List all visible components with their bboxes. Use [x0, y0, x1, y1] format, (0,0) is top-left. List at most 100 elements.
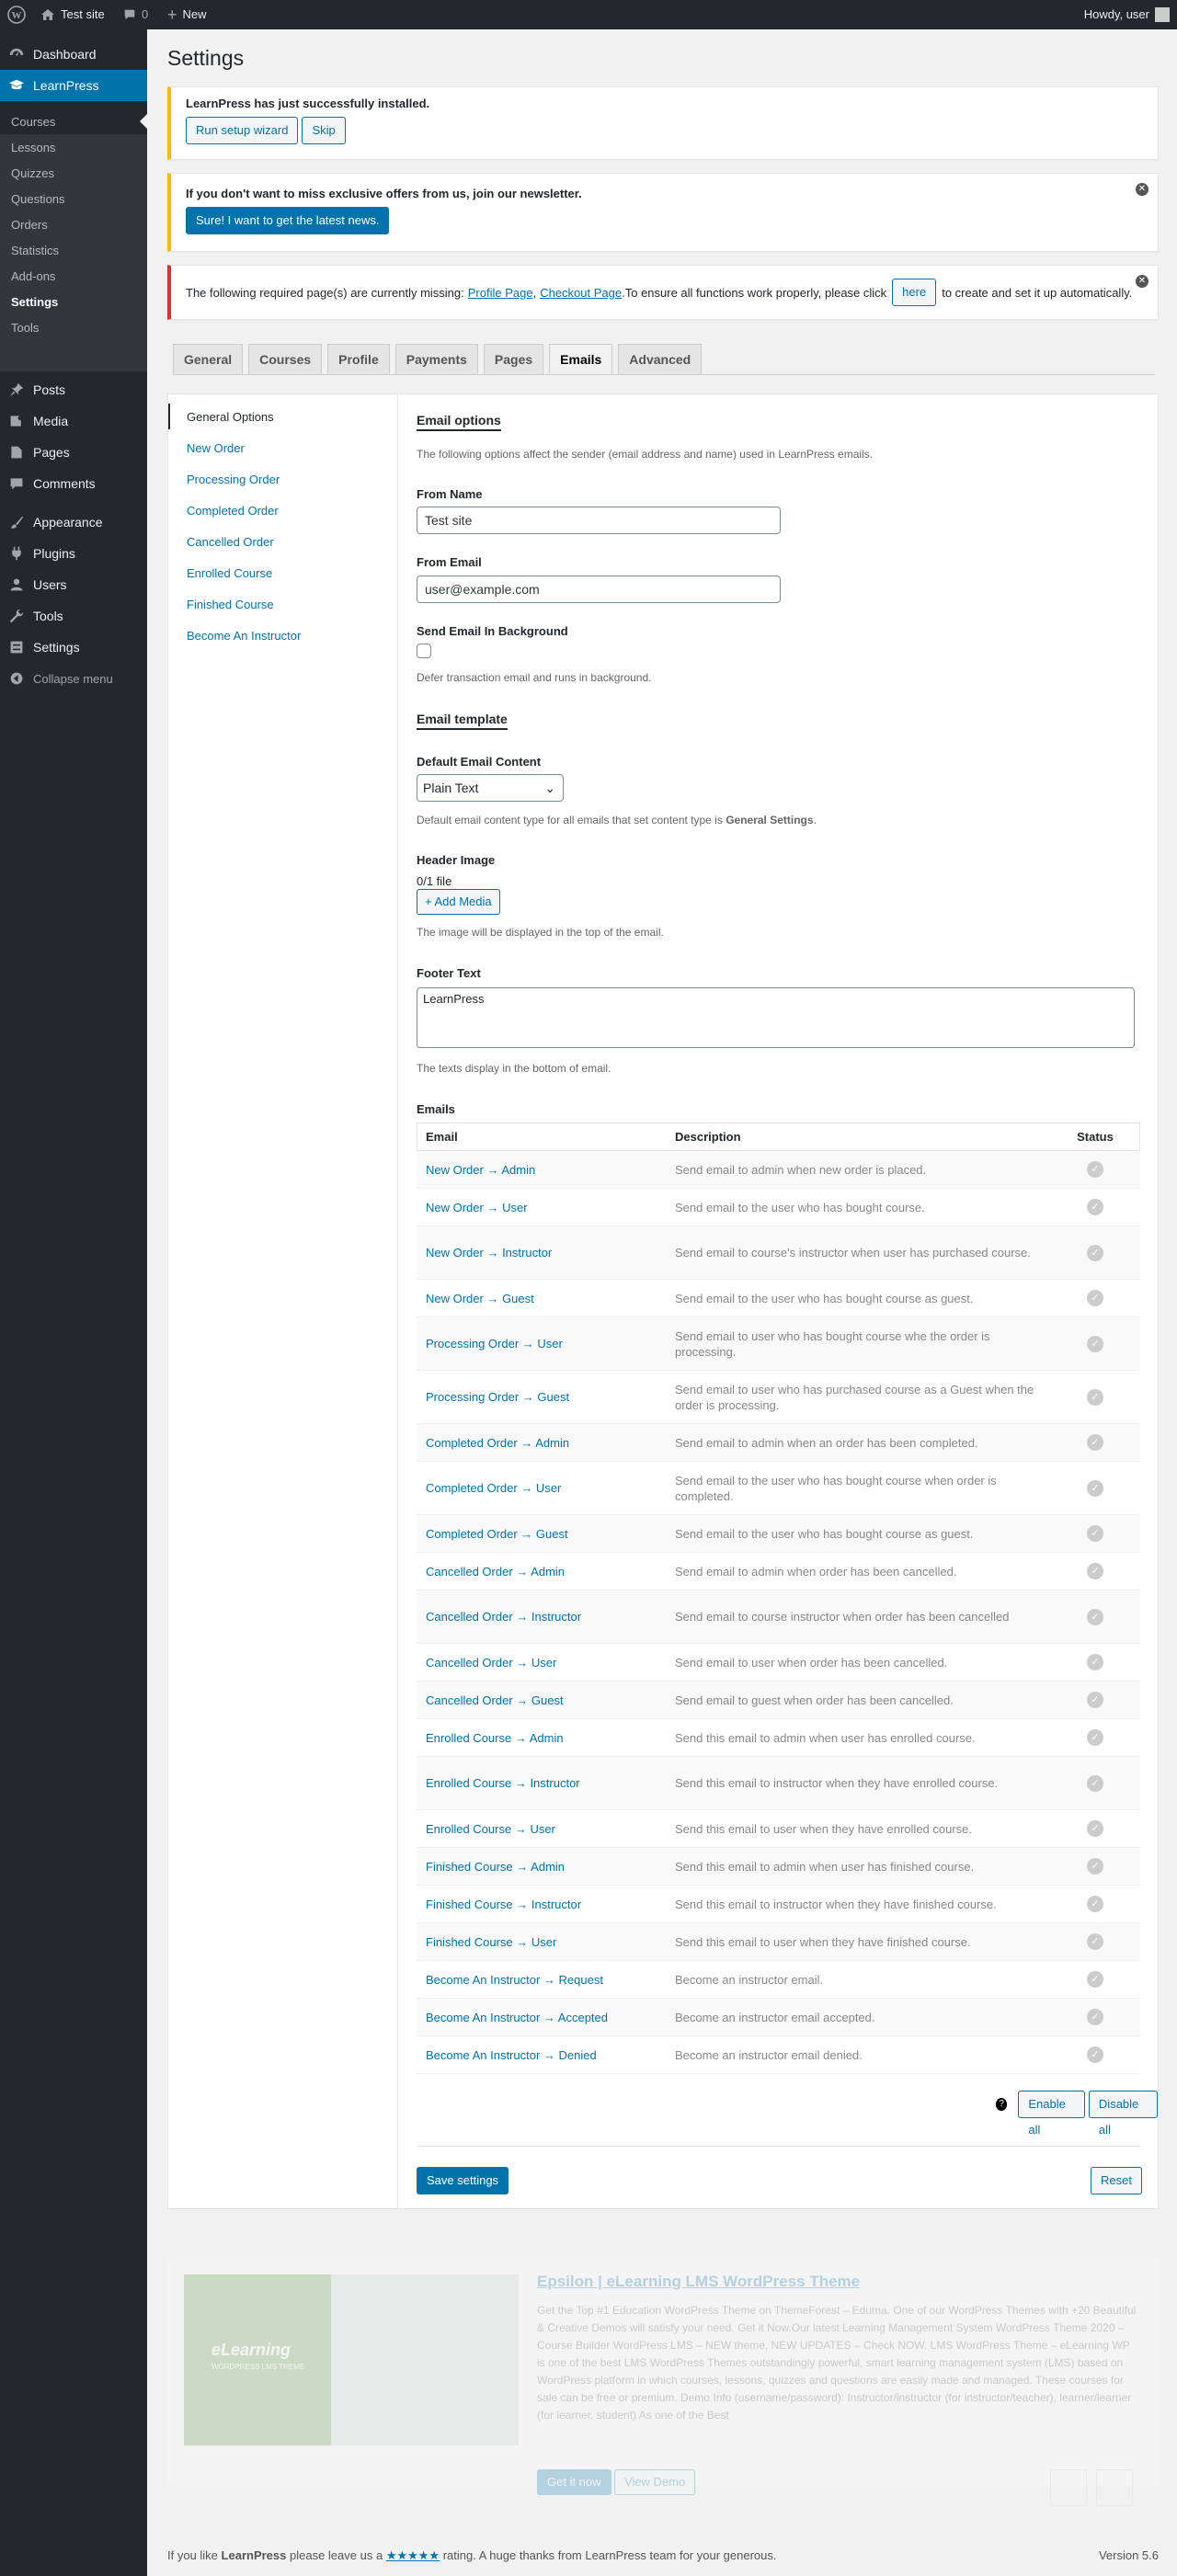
- rating-stars-link[interactable]: ★★★★★: [386, 2548, 440, 2562]
- disable-all-button[interactable]: Disable all: [1088, 2091, 1158, 2137]
- submenu-lessons[interactable]: Lessons: [11, 140, 55, 156]
- tab-courses[interactable]: Courses: [248, 344, 323, 375]
- save-settings-button[interactable]: Save settings: [417, 2167, 509, 2194]
- status-check-icon[interactable]: ✓: [1087, 1858, 1103, 1875]
- status-check-icon[interactable]: ✓: [1087, 1525, 1103, 1542]
- subnav-enrolled-course[interactable]: Enrolled Course: [187, 566, 272, 580]
- collapse-menu-button[interactable]: Collapse menu: [0, 663, 147, 694]
- submenu-settings[interactable]: Settings: [11, 294, 58, 311]
- email-name-link[interactable]: Processing Order → Guest: [417, 1390, 666, 1404]
- from-name-field[interactable]: Test site: [417, 507, 781, 534]
- new-content-link[interactable]: + New: [167, 0, 207, 29]
- checkout-page-link[interactable]: Checkout Page: [540, 286, 622, 300]
- status-check-icon[interactable]: ✓: [1087, 1971, 1103, 1988]
- email-name-link[interactable]: Enrolled Course → Admin: [417, 1731, 666, 1745]
- next-arrow-icon[interactable]: [1096, 2469, 1133, 2506]
- email-name-link[interactable]: Cancelled Order → User: [417, 1656, 666, 1670]
- subnav-become-an-instructor[interactable]: Become An Instructor: [187, 629, 301, 643]
- footer-text-area[interactable]: LearnPress: [417, 987, 1135, 1048]
- email-name-link[interactable]: Completed Order → User: [417, 1481, 666, 1495]
- email-name-link[interactable]: Become An Instructor → Accepted: [417, 2011, 666, 2024]
- status-check-icon[interactable]: ✓: [1087, 1335, 1103, 1352]
- promo-title-link[interactable]: Epsilon | eLearning LMS WordPress Theme: [537, 2273, 860, 2291]
- subnav-general-options[interactable]: General Options: [187, 410, 274, 424]
- email-name-link[interactable]: Enrolled Course → Instructor: [417, 1776, 666, 1790]
- submenu-orders[interactable]: Orders: [11, 217, 48, 234]
- default-email-content-select[interactable]: Plain Text ⌄: [417, 774, 564, 802]
- status-check-icon[interactable]: ✓: [1087, 1729, 1103, 1746]
- user-account-link[interactable]: Howdy, user: [1084, 0, 1170, 29]
- email-name-link[interactable]: New Order → User: [417, 1201, 666, 1214]
- status-check-icon[interactable]: ✓: [1087, 1434, 1103, 1451]
- add-media-button[interactable]: + Add Media: [417, 889, 500, 915]
- reset-button[interactable]: Reset: [1091, 2167, 1142, 2194]
- email-name-link[interactable]: Finished Course → Instructor: [417, 1898, 666, 1911]
- status-check-icon[interactable]: ✓: [1087, 1244, 1103, 1261]
- subnav-new-order[interactable]: New Order: [187, 441, 245, 455]
- email-name-link[interactable]: New Order → Instructor: [417, 1246, 666, 1260]
- menu-appearance[interactable]: Appearance: [0, 507, 147, 538]
- status-check-icon[interactable]: ✓: [1087, 1199, 1103, 1215]
- status-check-icon[interactable]: ✓: [1087, 2046, 1103, 2063]
- tab-payments[interactable]: Payments: [394, 344, 478, 375]
- get-it-now-button[interactable]: Get it now: [537, 2469, 611, 2495]
- email-name-link[interactable]: Become An Instructor → Denied: [417, 2048, 666, 2062]
- profile-page-link[interactable]: Profile Page: [468, 286, 533, 300]
- email-name-link[interactable]: Enrolled Course → User: [417, 1822, 666, 1836]
- email-name-link[interactable]: Finished Course → User: [417, 1935, 666, 1949]
- email-name-link[interactable]: New Order → Guest: [417, 1292, 666, 1305]
- menu-tools[interactable]: Tools: [0, 600, 147, 632]
- menu-media[interactable]: Media: [0, 405, 147, 437]
- menu-pages[interactable]: Pages: [0, 437, 147, 468]
- submenu-quizzes[interactable]: Quizzes: [11, 165, 54, 182]
- menu-plugins[interactable]: Plugins: [0, 538, 147, 569]
- submenu-statistics[interactable]: Statistics: [11, 243, 59, 259]
- menu-dashboard[interactable]: Dashboard: [0, 39, 147, 70]
- tab-pages[interactable]: Pages: [483, 344, 544, 375]
- menu-posts[interactable]: Posts: [0, 374, 147, 405]
- tab-general[interactable]: General: [173, 344, 244, 375]
- email-name-link[interactable]: Completed Order → Admin: [417, 1436, 666, 1450]
- prev-arrow-icon[interactable]: [1050, 2469, 1087, 2506]
- dismiss-icon[interactable]: ✕: [1136, 183, 1148, 196]
- status-check-icon[interactable]: ✓: [1087, 1820, 1103, 1837]
- status-check-icon[interactable]: ✓: [1087, 1290, 1103, 1306]
- site-name-link[interactable]: Test site: [40, 0, 105, 29]
- tab-emails[interactable]: Emails: [549, 344, 613, 375]
- subnav-completed-order[interactable]: Completed Order: [187, 504, 279, 518]
- from-email-field[interactable]: user@example.com: [417, 576, 781, 603]
- email-name-link[interactable]: New Order → Admin: [417, 1163, 666, 1177]
- subnav-cancelled-order[interactable]: Cancelled Order: [187, 535, 274, 549]
- send-in-background-checkbox[interactable]: [417, 644, 431, 658]
- wordpress-logo-icon[interactable]: W: [7, 0, 26, 29]
- status-check-icon[interactable]: ✓: [1087, 1608, 1103, 1625]
- status-check-icon[interactable]: ✓: [1087, 1774, 1103, 1792]
- status-check-icon[interactable]: ✓: [1087, 1896, 1103, 1912]
- comments-link[interactable]: 0: [123, 0, 148, 29]
- email-name-link[interactable]: Completed Order → Guest: [417, 1527, 666, 1541]
- status-check-icon[interactable]: ✓: [1087, 1388, 1103, 1406]
- tab-profile[interactable]: Profile: [327, 344, 390, 375]
- menu-users[interactable]: Users: [0, 569, 147, 600]
- email-name-link[interactable]: Finished Course → Admin: [417, 1860, 666, 1874]
- email-name-link[interactable]: Cancelled Order → Guest: [417, 1693, 666, 1707]
- status-check-icon[interactable]: ✓: [1087, 1161, 1103, 1178]
- submenu-courses[interactable]: Courses: [11, 114, 55, 131]
- subnav-finished-course[interactable]: Finished Course: [187, 598, 274, 611]
- email-name-link[interactable]: Processing Order → User: [417, 1337, 666, 1351]
- status-check-icon[interactable]: ✓: [1087, 1692, 1103, 1708]
- run-setup-wizard-button[interactable]: Run setup wizard: [186, 117, 299, 144]
- create-pages-here-button[interactable]: here: [892, 279, 937, 306]
- email-name-link[interactable]: Cancelled Order → Admin: [417, 1565, 666, 1579]
- status-check-icon[interactable]: ✓: [1087, 2009, 1103, 2025]
- tab-advanced[interactable]: Advanced: [618, 344, 703, 375]
- join-newsletter-button[interactable]: Sure! I want to get the latest news.: [186, 207, 390, 234]
- subnav-processing-order[interactable]: Processing Order: [187, 473, 280, 486]
- submenu-addons[interactable]: Add-ons: [11, 268, 55, 285]
- submenu-questions[interactable]: Questions: [11, 191, 65, 208]
- status-check-icon[interactable]: ✓: [1087, 1563, 1103, 1579]
- status-check-icon[interactable]: ✓: [1087, 1933, 1103, 1950]
- enable-all-button[interactable]: Enable all: [1018, 2091, 1085, 2137]
- email-name-link[interactable]: Cancelled Order → Instructor: [417, 1610, 666, 1624]
- view-demo-button[interactable]: View Demo: [614, 2469, 696, 2495]
